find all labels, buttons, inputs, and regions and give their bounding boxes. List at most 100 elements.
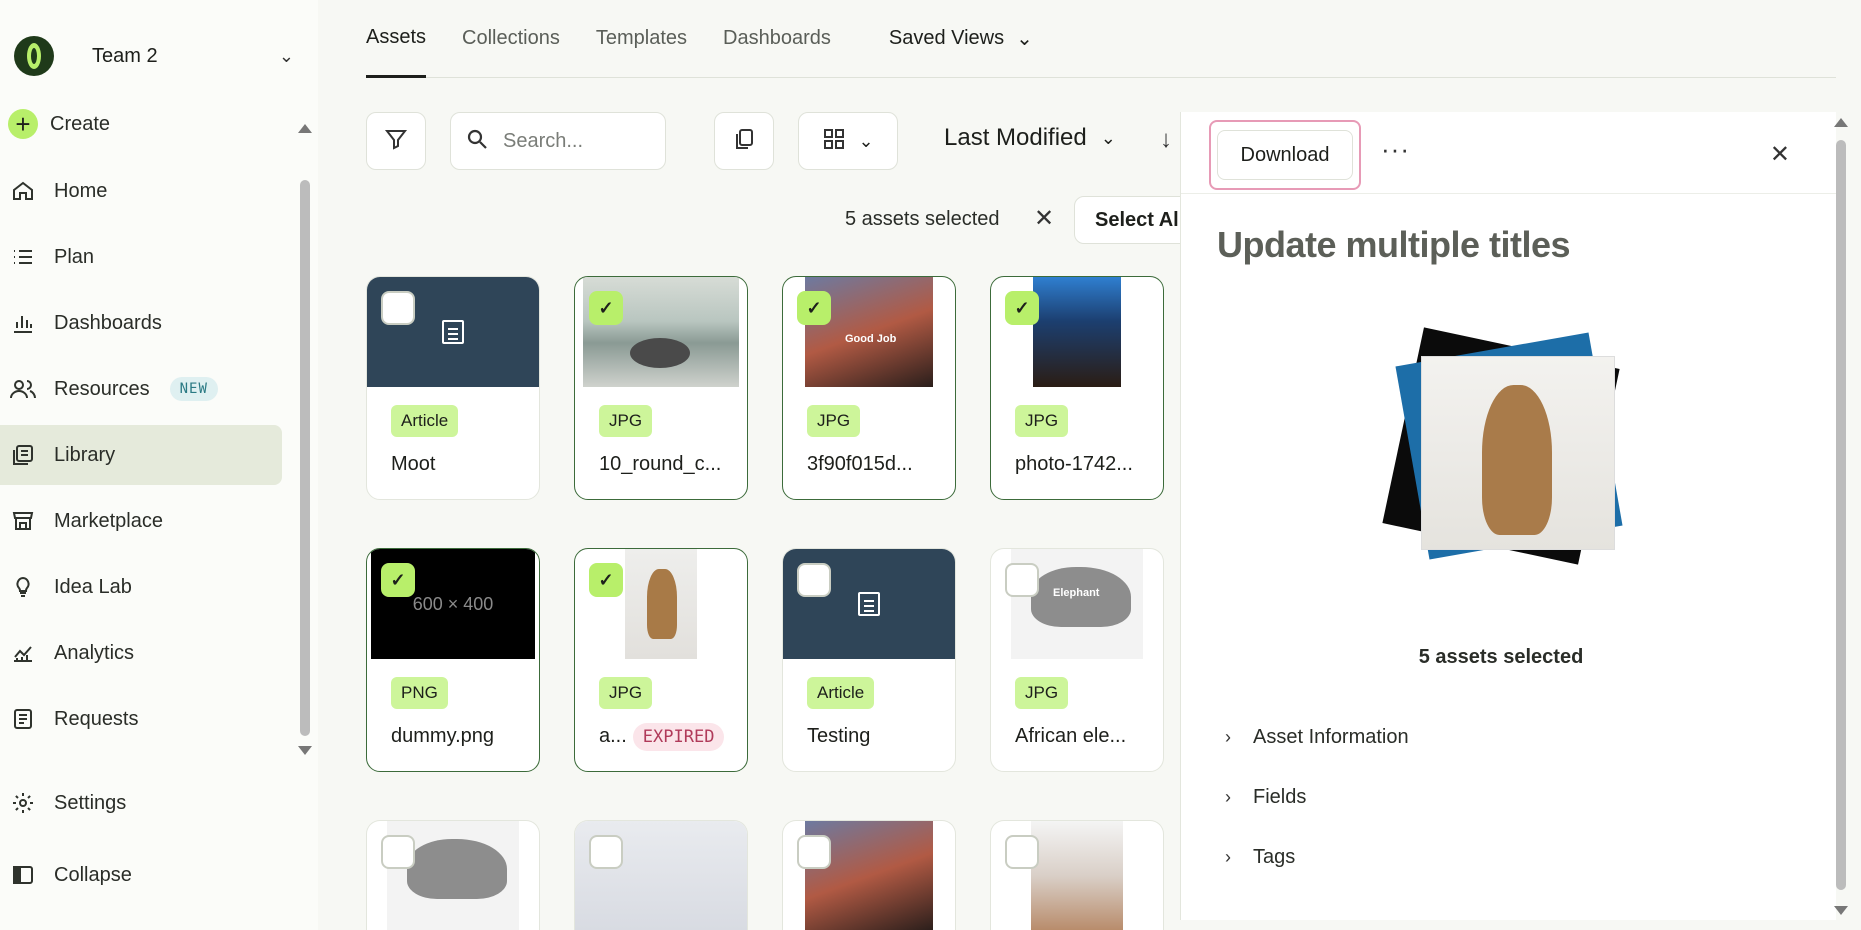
accordion-tags[interactable]: › Tags — [1225, 846, 1295, 869]
thumbnail-caption: Elephant — [1053, 587, 1100, 599]
sidebar-item-marketplace[interactable]: Marketplace — [0, 491, 282, 551]
sidebar-item-label: Create — [50, 112, 111, 135]
scroll-down-arrow[interactable] — [298, 746, 312, 755]
sidebar-item-collapse[interactable]: Collapse — [0, 845, 282, 905]
panel-scrollbar[interactable] — [1836, 140, 1846, 890]
asset-title: Moot — [391, 453, 436, 475]
asset-checkbox-checked[interactable]: ✓ — [1005, 291, 1039, 325]
select-all-button[interactable]: Select All — [1074, 196, 1194, 244]
panel-title: Update multiple titles — [1217, 224, 1571, 265]
sidebar-item-label: Settings — [54, 791, 127, 814]
asset-card[interactable]: ✓ JPG a... EXPIRED — [574, 548, 748, 772]
scroll-up-arrow[interactable] — [298, 124, 312, 133]
asset-type-tag: JPG — [807, 405, 861, 437]
asset-card[interactable]: Article Moot — [366, 276, 540, 500]
asset-type-tag: JPG — [1015, 677, 1069, 709]
copy-icon — [732, 127, 756, 156]
asset-checkbox-checked[interactable]: ✓ — [589, 563, 623, 597]
chevron-down-icon: ⌄ — [1016, 28, 1033, 50]
asset-checkbox[interactable] — [797, 835, 831, 869]
saved-views-dropdown[interactable]: Saved Views ⌄ — [889, 26, 1033, 51]
filter-button[interactable] — [366, 112, 426, 170]
chevron-right-icon: › — [1225, 787, 1231, 807]
sidebar-item-plan[interactable]: Plan — [0, 227, 282, 287]
asset-checkbox-checked[interactable]: ✓ — [381, 563, 415, 597]
asset-type-tag: JPG — [1015, 405, 1069, 437]
asset-type-tag: Article — [807, 677, 875, 709]
asset-card[interactable]: 600 × 400 ✓ PNG dummy.png — [366, 548, 540, 772]
sidebar: Team 2 ⌄ + Create Home Plan Dashboards R… — [0, 0, 318, 930]
asset-card[interactable]: ✓ JPG photo-1742... — [990, 276, 1164, 500]
sidebar-item-label: Resources — [54, 377, 150, 400]
selected-assets-preview — [1382, 327, 1631, 576]
copy-button[interactable] — [714, 112, 774, 170]
team-switcher[interactable]: Team 2 ⌄ — [14, 36, 294, 76]
tab-dashboards[interactable]: Dashboards — [723, 0, 831, 78]
asset-checkbox[interactable] — [381, 835, 415, 869]
accordion-label: Fields — [1253, 786, 1307, 808]
tab-templates[interactable]: Templates — [596, 0, 687, 78]
top-tabs: Assets Collections Templates Dashboards … — [366, 0, 1836, 78]
asset-title: dummy.png — [391, 725, 495, 747]
asset-card[interactable]: Article Testing — [782, 548, 956, 772]
asset-checkbox-checked[interactable]: ✓ — [797, 291, 831, 325]
search-input[interactable] — [503, 129, 653, 153]
asset-card[interactable]: ✓ JPG 10_round_c... — [574, 276, 748, 500]
asset-checkbox[interactable] — [589, 835, 623, 869]
chevron-down-icon: ⌄ — [858, 130, 874, 151]
sidebar-item-resources[interactable]: Resources NEW — [0, 359, 282, 419]
sidebar-item-home[interactable]: Home — [0, 161, 282, 221]
accordion-fields[interactable]: › Fields — [1225, 786, 1306, 809]
view-mode-dropdown[interactable]: ⌄ — [798, 112, 898, 170]
asset-title: African ele... — [1015, 725, 1127, 747]
accordion-asset-information[interactable]: › Asset Information — [1225, 726, 1409, 749]
asset-title: a... — [599, 725, 627, 747]
sidebar-item-library[interactable]: Library — [0, 425, 282, 485]
search-box — [450, 112, 666, 170]
sidebar-scrollbar[interactable] — [300, 180, 310, 736]
sidebar-item-label: Idea Lab — [54, 575, 132, 598]
asset-card[interactable] — [366, 820, 540, 930]
asset-card[interactable]: Good Job ✓ JPG 3f90f015d... — [782, 276, 956, 500]
sort-label: Last Modified — [944, 124, 1087, 151]
tab-assets[interactable]: Assets — [366, 0, 427, 78]
asset-card[interactable] — [990, 820, 1164, 930]
collapse-icon — [10, 862, 36, 888]
sidebar-item-settings[interactable]: Settings — [0, 773, 282, 833]
download-button[interactable]: Download — [1217, 130, 1353, 180]
asset-card[interactable] — [574, 820, 748, 930]
selection-count: 5 assets selected — [845, 208, 1000, 230]
saved-views-label: Saved Views — [888, 27, 1005, 49]
close-icon[interactable]: ✕ — [1770, 140, 1790, 169]
grid-icon — [822, 127, 846, 156]
asset-checkbox[interactable] — [1005, 563, 1039, 597]
download-highlight: Download — [1209, 120, 1361, 190]
asset-checkbox[interactable] — [1005, 835, 1039, 869]
sidebar-item-dashboards[interactable]: Dashboards — [0, 293, 282, 353]
asset-card[interactable]: Elephant JPG African ele... — [990, 548, 1164, 772]
plus-icon: + — [8, 109, 38, 139]
sidebar-item-label: Collapse — [54, 863, 132, 886]
sort-direction-arrow-icon[interactable]: ↓ — [1160, 126, 1172, 154]
panel-selection-count: 5 assets selected — [1418, 646, 1584, 668]
sidebar-item-create[interactable]: + Create — [0, 94, 282, 154]
tab-collections[interactable]: Collections — [462, 0, 560, 78]
new-badge: NEW — [169, 377, 218, 401]
more-options-icon[interactable]: ··· — [1381, 134, 1410, 165]
sidebar-item-requests[interactable]: Requests — [0, 689, 282, 749]
panel-scroll-up-arrow[interactable] — [1834, 118, 1848, 127]
asset-card[interactable] — [782, 820, 956, 930]
lightbulb-icon — [10, 574, 36, 600]
clear-selection-icon[interactable]: ✕ — [1034, 204, 1054, 233]
asset-checkbox[interactable] — [797, 563, 831, 597]
chevron-down-icon: ⌄ — [278, 45, 294, 66]
sidebar-item-analytics[interactable]: Analytics — [0, 623, 282, 683]
panel-scroll-down-arrow[interactable] — [1834, 906, 1848, 915]
asset-checkbox[interactable] — [381, 291, 415, 325]
asset-title: Testing — [807, 725, 871, 747]
sort-dropdown[interactable]: Last Modified ⌄ — [944, 124, 1116, 152]
panel-header: Download ··· ✕ — [1181, 112, 1836, 194]
asset-checkbox-checked[interactable]: ✓ — [589, 291, 623, 325]
sidebar-item-idea-lab[interactable]: Idea Lab — [0, 557, 282, 617]
expired-badge: EXPIRED — [632, 723, 725, 751]
